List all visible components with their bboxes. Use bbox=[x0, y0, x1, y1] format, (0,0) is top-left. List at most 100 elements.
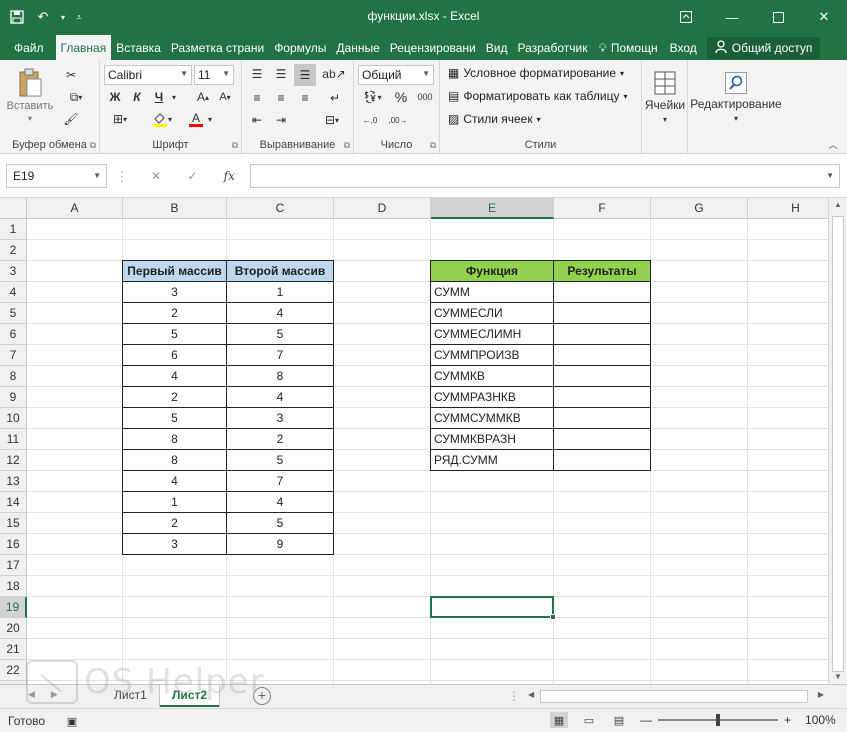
table-cell[interactable] bbox=[553, 407, 651, 429]
cell[interactable] bbox=[431, 618, 554, 639]
cell[interactable] bbox=[554, 555, 651, 576]
table-cell[interactable]: СУММПРОИЗВ bbox=[430, 344, 554, 366]
cell[interactable] bbox=[431, 240, 554, 261]
cell[interactable] bbox=[334, 408, 431, 429]
row-header-13[interactable]: 13 bbox=[0, 471, 27, 492]
column-header-e[interactable]: E bbox=[431, 198, 554, 219]
cell[interactable] bbox=[334, 639, 431, 660]
cell[interactable] bbox=[334, 471, 431, 492]
decrease-font-icon[interactable]: A ▾ bbox=[216, 88, 234, 106]
cell[interactable] bbox=[431, 219, 554, 240]
increase-font-icon[interactable]: A ▴ bbox=[194, 88, 212, 106]
cut-icon[interactable]: ✂ bbox=[62, 66, 80, 84]
row-header-21[interactable]: 21 bbox=[0, 639, 27, 660]
cell[interactable] bbox=[431, 576, 554, 597]
cell[interactable] bbox=[334, 429, 431, 450]
table-cell[interactable]: 7 bbox=[226, 344, 334, 366]
cell[interactable] bbox=[334, 576, 431, 597]
row-header-5[interactable]: 5 bbox=[0, 303, 27, 324]
cell[interactable] bbox=[334, 219, 431, 240]
table-cell[interactable]: 2 bbox=[122, 512, 227, 534]
scroll-down-icon[interactable]: ▼ bbox=[829, 672, 847, 681]
cell[interactable] bbox=[227, 240, 334, 261]
underline-button[interactable]: Ч bbox=[150, 88, 168, 106]
row-header-15[interactable]: 15 bbox=[0, 513, 27, 534]
align-top-icon[interactable]: ☰ bbox=[246, 64, 268, 84]
tab-data[interactable]: Данные bbox=[331, 36, 384, 60]
row-header-19[interactable]: 19 bbox=[0, 597, 27, 618]
table-cell[interactable]: СУММКВРАЗН bbox=[430, 428, 554, 450]
cell[interactable] bbox=[227, 555, 334, 576]
cell[interactable] bbox=[554, 219, 651, 240]
cell[interactable] bbox=[27, 429, 123, 450]
cell[interactable] bbox=[651, 660, 748, 681]
table-cell[interactable]: СУММРАЗНКВ bbox=[430, 386, 554, 408]
cell[interactable] bbox=[748, 576, 828, 597]
bold-button[interactable]: Ж bbox=[106, 88, 124, 106]
tab-insert[interactable]: Вставка bbox=[111, 36, 166, 60]
column-header-f[interactable]: F bbox=[554, 198, 651, 219]
row-header-16[interactable]: 16 bbox=[0, 534, 27, 555]
cell[interactable] bbox=[27, 324, 123, 345]
cell[interactable] bbox=[123, 639, 227, 660]
italic-button[interactable]: К bbox=[128, 88, 146, 106]
cell[interactable] bbox=[651, 240, 748, 261]
row-header-20[interactable]: 20 bbox=[0, 618, 27, 639]
cell[interactable] bbox=[748, 597, 828, 618]
table-cell[interactable]: 9 bbox=[226, 533, 334, 555]
increase-indent-icon[interactable]: ⇥ bbox=[270, 110, 292, 130]
cell[interactable] bbox=[123, 576, 227, 597]
table-cell[interactable]: 2 bbox=[122, 386, 227, 408]
cell[interactable] bbox=[27, 387, 123, 408]
tab-view[interactable]: Вид bbox=[481, 36, 513, 60]
table-cell[interactable]: 1 bbox=[226, 281, 334, 303]
ribbon-display-options-icon[interactable] bbox=[663, 0, 709, 34]
horizontal-scrollbar[interactable]: ◀ ▶ bbox=[526, 689, 826, 704]
cell[interactable] bbox=[27, 576, 123, 597]
align-bottom-icon[interactable]: ☰ bbox=[294, 64, 316, 86]
underline-dropdown-icon[interactable]: ▾ bbox=[170, 88, 178, 106]
row-header-2[interactable]: 2 bbox=[0, 240, 27, 261]
cell[interactable] bbox=[27, 219, 123, 240]
table-cell[interactable]: 2 bbox=[226, 428, 334, 450]
column-header-c[interactable]: C bbox=[227, 198, 334, 219]
cell[interactable] bbox=[27, 513, 123, 534]
format-as-table-button[interactable]: ▤ Форматировать как таблицу ▾ bbox=[448, 89, 628, 103]
cell[interactable] bbox=[431, 534, 554, 555]
table-cell[interactable]: 5 bbox=[226, 323, 334, 345]
table-cell[interactable]: 5 bbox=[226, 512, 334, 534]
cell[interactable] bbox=[227, 597, 334, 618]
cells-button[interactable]: Ячейки ▾ bbox=[642, 64, 688, 130]
cell[interactable] bbox=[554, 639, 651, 660]
row-header-10[interactable]: 10 bbox=[0, 408, 27, 429]
cell[interactable] bbox=[27, 240, 123, 261]
cell[interactable] bbox=[27, 492, 123, 513]
cell[interactable] bbox=[748, 240, 828, 261]
cell[interactable] bbox=[27, 303, 123, 324]
cell[interactable] bbox=[334, 303, 431, 324]
table-cell[interactable] bbox=[553, 386, 651, 408]
conditional-formatting-button[interactable]: ▦ Условное форматирование ▾ bbox=[448, 66, 624, 80]
dialog-launcher-icon[interactable]: ⧉ bbox=[430, 140, 436, 151]
cell[interactable] bbox=[651, 513, 748, 534]
table-cell[interactable] bbox=[553, 281, 651, 303]
cell[interactable] bbox=[123, 597, 227, 618]
share-button[interactable]: Общий доступ bbox=[706, 37, 821, 59]
table-cell[interactable] bbox=[553, 344, 651, 366]
row-header-11[interactable]: 11 bbox=[0, 429, 27, 450]
tab-split-handle[interactable]: ⋮ bbox=[508, 689, 520, 703]
expand-formula-bar-icon[interactable]: ▼ bbox=[826, 171, 834, 180]
tab-home[interactable]: Главная bbox=[55, 35, 112, 60]
collapse-ribbon-icon[interactable]: ︿ bbox=[826, 138, 840, 150]
number-format-dropdown[interactable]: Общий ▼ bbox=[358, 65, 434, 85]
cell[interactable] bbox=[651, 450, 748, 471]
table-cell[interactable]: 6 bbox=[122, 344, 227, 366]
cell[interactable] bbox=[748, 450, 828, 471]
zoom-in-icon[interactable]: + bbox=[784, 713, 791, 727]
row-header-1[interactable]: 1 bbox=[0, 219, 27, 240]
minimize-icon[interactable]: — bbox=[709, 0, 755, 34]
cell[interactable] bbox=[554, 660, 651, 681]
cell[interactable] bbox=[748, 429, 828, 450]
cell[interactable] bbox=[651, 282, 748, 303]
cell[interactable] bbox=[651, 303, 748, 324]
